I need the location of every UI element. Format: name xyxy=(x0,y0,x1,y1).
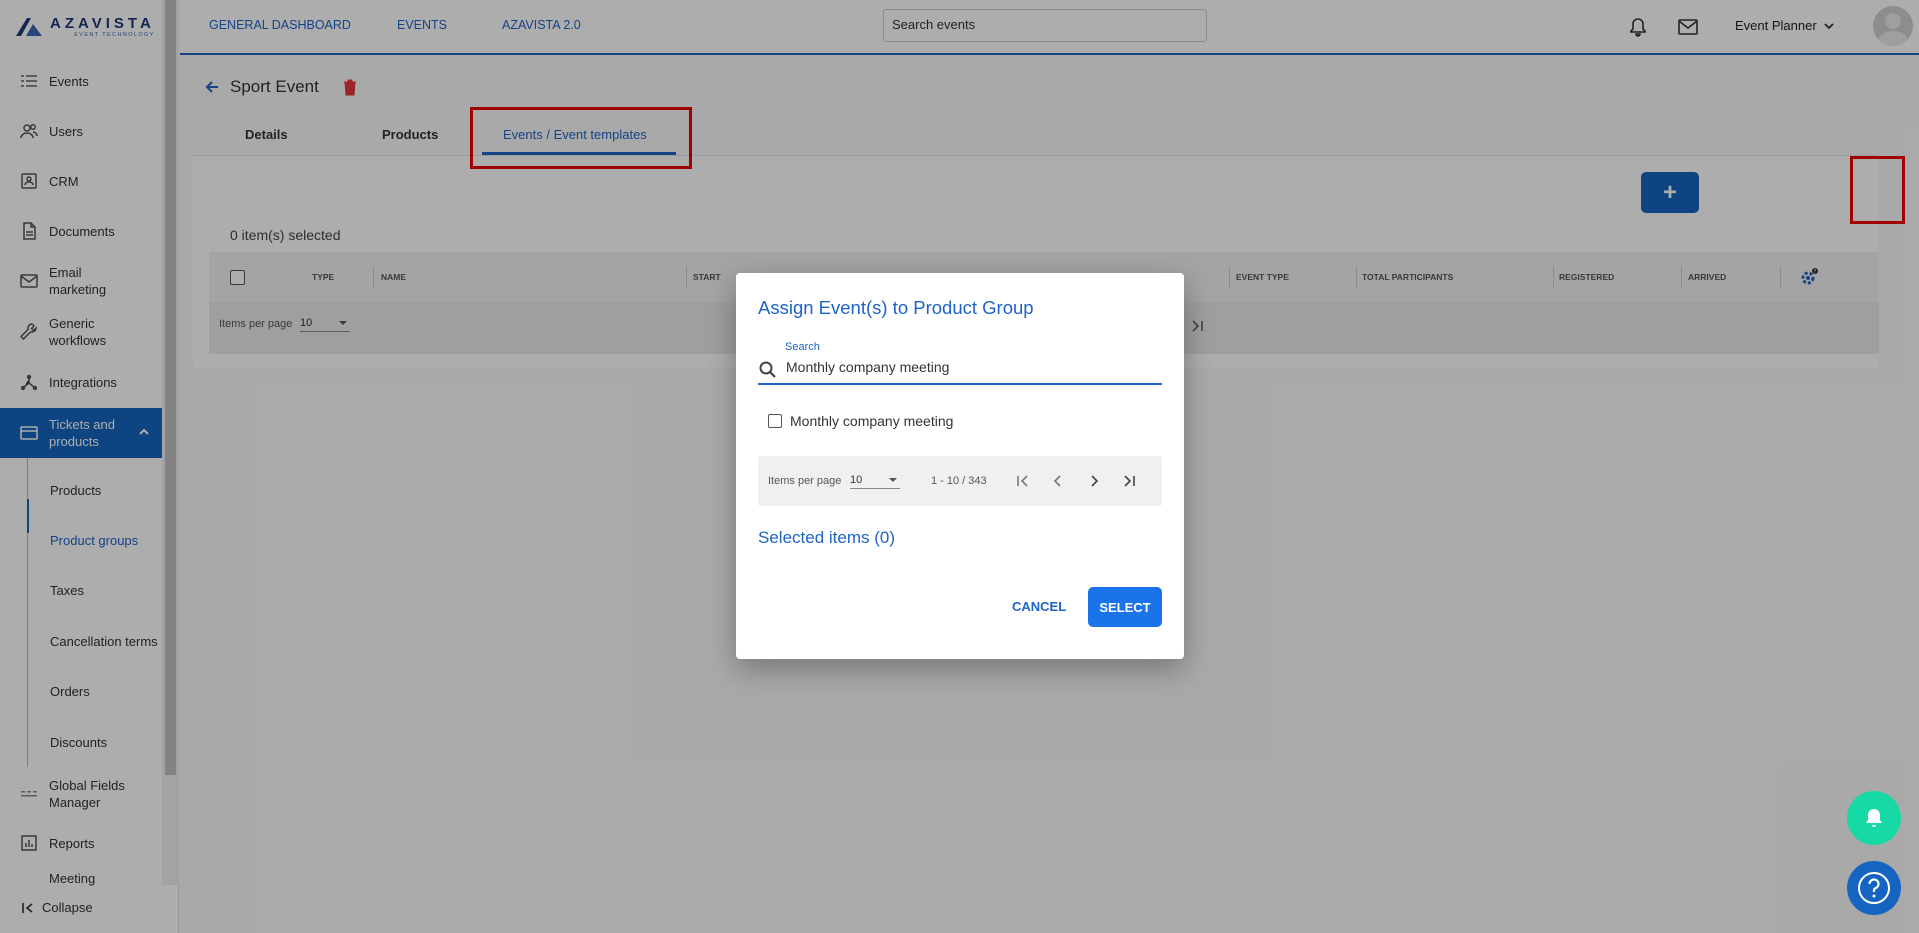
cancel-button[interactable]: CANCEL xyxy=(1012,599,1066,614)
first-page-icon xyxy=(1017,475,1028,487)
next-page-button[interactable] xyxy=(1084,471,1104,491)
result-checkbox[interactable] xyxy=(768,414,782,428)
assign-events-dialog: Assign Event(s) to Product Group Search … xyxy=(736,273,1184,659)
dialog-title: Assign Event(s) to Product Group xyxy=(758,297,1034,318)
bell-icon xyxy=(1866,809,1882,827)
dialog-paginator: Items per page 10 1 - 10 / 343 xyxy=(758,456,1162,506)
first-page-button[interactable] xyxy=(1012,471,1032,491)
page-range: 1 - 10 / 343 xyxy=(931,475,987,487)
items-per-page-label: Items per page xyxy=(768,475,842,487)
dropdown-arrow-icon xyxy=(889,478,897,482)
chevron-right-icon xyxy=(1091,475,1099,487)
help-icon xyxy=(1858,872,1890,904)
search-icon xyxy=(759,361,776,378)
help-fab[interactable] xyxy=(1847,861,1901,915)
dialog-search-field[interactable] xyxy=(758,357,1162,385)
last-page-button[interactable] xyxy=(1120,471,1140,491)
items-per-page-value: 10 xyxy=(850,474,863,486)
select-button[interactable]: SELECT xyxy=(1088,587,1162,627)
notifications-fab[interactable] xyxy=(1847,791,1901,845)
selected-items-heading[interactable]: Selected items (0) xyxy=(758,528,895,548)
search-label: Search xyxy=(785,341,820,353)
last-page-icon xyxy=(1124,475,1135,487)
chevron-left-icon xyxy=(1053,475,1061,487)
items-per-page-select[interactable]: 10 xyxy=(850,474,900,489)
prev-page-button[interactable] xyxy=(1048,471,1068,491)
result-label: Monthly company meeting xyxy=(790,413,954,429)
dialog-search-input[interactable] xyxy=(786,359,1156,375)
result-item[interactable]: Monthly company meeting xyxy=(768,413,953,429)
